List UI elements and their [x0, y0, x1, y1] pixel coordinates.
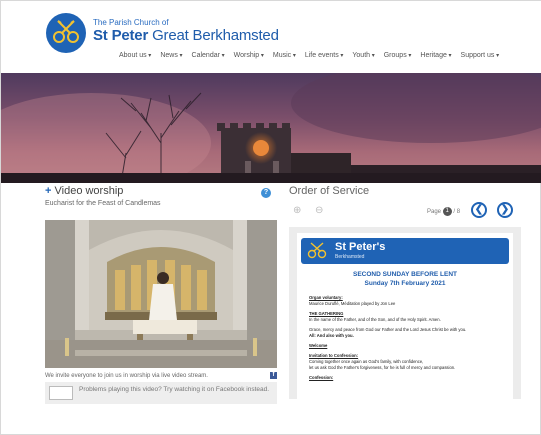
doc-line: Welcome — [309, 343, 328, 348]
doc-line: Organ voluntary: — [309, 295, 343, 300]
facebook-icon[interactable]: f — [270, 372, 277, 379]
nav-item-about-us[interactable]: About us — [119, 52, 151, 59]
doc-line: Confession: — [309, 375, 334, 380]
church-tower-banner — [1, 73, 541, 183]
nav-item-life-events[interactable]: Life events — [305, 52, 344, 59]
crossed-keys-icon — [307, 242, 327, 259]
video-subtitle: Eucharist for the Feast of Candlemas — [45, 200, 161, 207]
video-worship-heading[interactable]: + Video worship — [45, 185, 123, 197]
nav-item-youth[interactable]: Youth — [352, 52, 374, 59]
page-indicator: Page 1 / 8 — [427, 207, 460, 216]
next-page-button[interactable]: ❯ — [497, 202, 513, 218]
doc-heading-2: Sunday 7th February 2021 — [364, 280, 446, 287]
doc-line: All: And also with you. — [309, 333, 354, 338]
main-nav: About us News Calendar Worship Music Lif… — [119, 52, 499, 59]
site-title-bold: St Peter — [93, 27, 149, 44]
nav-item-support-us[interactable]: Support us — [461, 52, 500, 59]
doc-header-banner: St Peter's Berkhamsted — [301, 238, 509, 264]
site-header: The Parish Church of St Peter Great Berk… — [1, 1, 541, 73]
site-subtitle: The Parish Church of — [93, 18, 169, 27]
site-title-light: Great Berkhamsted — [152, 27, 279, 44]
order-of-service-title: Order of Service — [289, 185, 370, 197]
plus-icon: + — [45, 185, 52, 197]
doc-line: Invitation to Confession: — [309, 353, 359, 358]
doc-line: Coming together once again as God's fami… — [309, 359, 424, 364]
nav-item-groups[interactable]: Groups — [384, 52, 412, 59]
doc-brand: St Peter's — [335, 241, 386, 253]
video-player[interactable] — [45, 220, 277, 368]
pdf-viewer[interactable]: St Peter's Berkhamsted SECOND SUNDAY BEF… — [289, 227, 521, 399]
prev-page-button[interactable]: ❮ — [471, 202, 487, 218]
doc-line: Maurice Duruflé, Méditation played by Jo… — [309, 301, 396, 306]
livestream-invite-text: We invite everyone to join us in worship… — [45, 373, 208, 379]
page: The Parish Church of St Peter Great Berk… — [0, 0, 541, 435]
nav-item-news[interactable]: News — [160, 52, 182, 59]
nav-item-music[interactable]: Music — [273, 52, 296, 59]
doc-line: THE GATHERING — [309, 311, 344, 316]
nav-item-worship[interactable]: Worship — [234, 52, 264, 59]
crossed-keys-icon — [47, 14, 85, 52]
zoom-in-icon[interactable]: ⊕ — [293, 205, 305, 217]
video-worship-title: Video worship — [54, 185, 124, 197]
help-icon[interactable]: ? — [261, 188, 271, 198]
nav-item-heritage[interactable]: Heritage — [420, 52, 451, 59]
doc-line: In the name of the Father, and of the So… — [309, 317, 441, 322]
video-problem-text: Problems playing this video? Try watchin… — [79, 386, 270, 393]
zoom-out-icon[interactable]: ⊖ — [315, 205, 327, 217]
banner-illustration — [1, 73, 541, 183]
site-title[interactable]: St Peter Great Berkhamsted — [93, 27, 279, 44]
doc-line: let us ask God the Father's forgiveness,… — [309, 365, 456, 370]
parish-logo[interactable] — [46, 13, 86, 53]
pdf-page: St Peter's Berkhamsted SECOND SUNDAY BEF… — [297, 233, 513, 399]
video-thumbnail-placeholder — [49, 386, 73, 400]
page-total: / 8 — [453, 209, 461, 216]
doc-line: Grace, mercy and peace from God our Fath… — [309, 327, 467, 332]
nav-item-calendar[interactable]: Calendar — [192, 52, 225, 59]
doc-heading-1: SECOND SUNDAY BEFORE LENT — [352, 271, 458, 278]
video-problem-notice: Problems playing this video? Try watchin… — [45, 382, 277, 404]
page-label: Page — [427, 209, 442, 216]
church-interior-video-frame — [45, 220, 277, 368]
doc-brand-sub: Berkhamsted — [335, 254, 365, 260]
page-current: 1 — [442, 207, 452, 216]
